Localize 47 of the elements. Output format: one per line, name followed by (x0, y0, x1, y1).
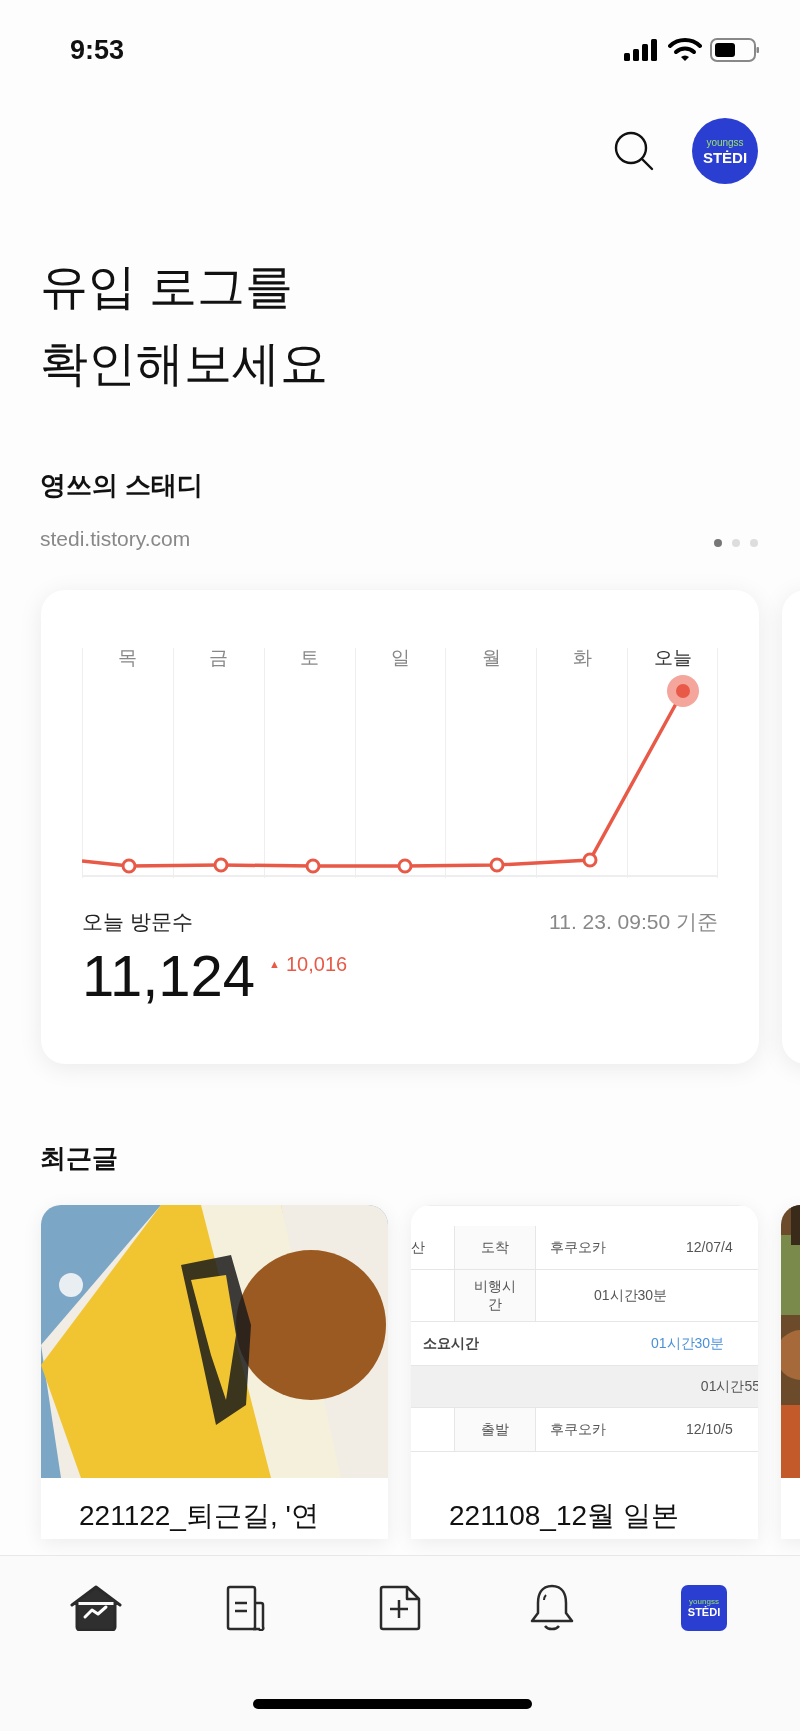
new-document-icon (377, 1585, 423, 1631)
home-chart-icon (69, 1585, 123, 1631)
data-point (397, 858, 413, 873)
data-point (582, 852, 598, 867)
timestamp: 11. 23. 09:50 기준 (549, 908, 718, 935)
up-arrow-icon: ▲ (269, 955, 280, 973)
day-label: 화 (572, 647, 592, 667)
visit-change: 10,016 (286, 952, 348, 977)
day-label: 금 (209, 647, 229, 667)
table-cell: 도착 (454, 1225, 536, 1269)
data-point (121, 858, 137, 873)
day-label: 월 (481, 647, 501, 667)
table-cell-text: 후쿠오카 (549, 1419, 607, 1439)
blog-url: stedi.tistory.com (40, 526, 192, 552)
table-cell-text: 소요시간 (422, 1333, 480, 1353)
headline-text: 확인해보세요 (40, 336, 329, 392)
visit-count: 11,124 (82, 942, 256, 1010)
signal-icon (624, 38, 660, 62)
table-cell-text: 후쿠오카 (549, 1237, 607, 1257)
day-label: 오늘 (653, 647, 692, 667)
table-cell: 비행시간 (454, 1269, 536, 1321)
data-point (489, 857, 505, 872)
status-time: 9:53 (70, 33, 125, 67)
table-cell-text: 12/07/4 (686, 1237, 733, 1257)
data-point (213, 857, 229, 872)
post-title: 221108_12월 일본 (448, 1498, 680, 1533)
day-label: 목 (118, 647, 138, 667)
wifi-icon (668, 37, 702, 63)
headline-text: 유입 로그를 (40, 259, 295, 315)
profile-avatar[interactable]: youngss STĖDI (692, 118, 758, 184)
table-cell-text: 산 (411, 1237, 426, 1257)
day-label: 일 (391, 647, 410, 667)
bell-icon (529, 1583, 575, 1633)
table-cell-text: 01시간30분 (593, 1285, 668, 1305)
post-card[interactable]: 221122_퇴근길, '연 (41, 1204, 388, 1539)
visits-label: 오늘 방문수 (82, 908, 193, 935)
blog-name: 영쓰의 스태디 (40, 469, 204, 502)
section-title: 최근글 (39, 1141, 119, 1175)
post-title: 221122_퇴근길, '연 (78, 1498, 320, 1533)
data-point (305, 858, 321, 873)
table-cell-text: 01시간30분 (651, 1333, 725, 1353)
day-label: 토 (300, 647, 320, 667)
table-cell: 출발 (454, 1407, 536, 1451)
search-icon[interactable] (614, 131, 654, 171)
battery-icon (710, 37, 760, 63)
highlighted-point (667, 674, 699, 707)
table-cell-text: 12/10/5 (686, 1419, 733, 1439)
